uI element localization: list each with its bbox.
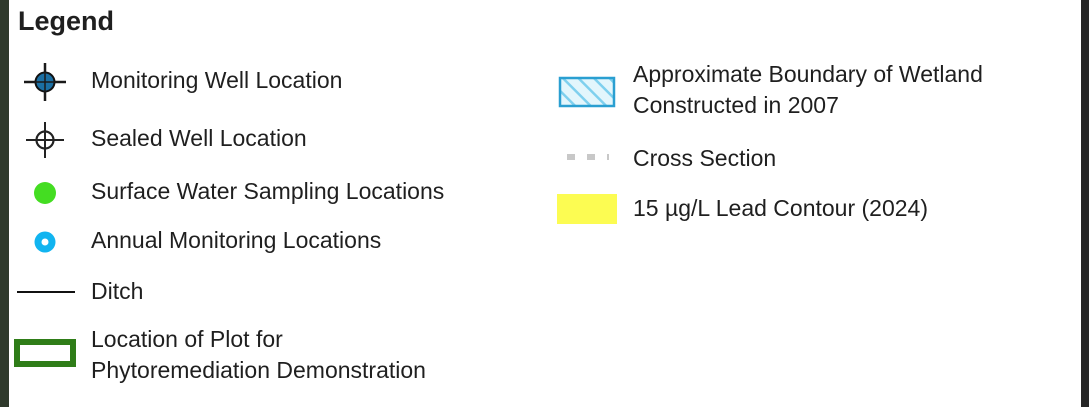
map-edge-left bbox=[0, 0, 9, 407]
legend-panel: Legend Monitoring Well Location Sealed W… bbox=[9, 0, 1081, 407]
hatched-rectangle-icon bbox=[558, 76, 616, 108]
cyan-ring-icon bbox=[34, 231, 56, 253]
legend-item-phytoremediation-plot: Location of Plot for Phytoremediation De… bbox=[9, 322, 549, 392]
map-edge-right bbox=[1081, 0, 1089, 407]
legend-item-label: Cross Section bbox=[633, 145, 777, 171]
legend-item-annual-monitoring: Annual Monitoring Locations bbox=[9, 222, 529, 262]
legend-item-label: 15 µg/L Lead Contour (2024) bbox=[633, 195, 928, 221]
legend-item-label: Annual Monitoring Locations bbox=[91, 227, 382, 253]
legend-item-label: Approximate Boundary of Wetland Construc… bbox=[633, 59, 983, 121]
green-dot-icon bbox=[34, 182, 56, 204]
legend-item-surface-water: Surface Water Sampling Locations bbox=[9, 173, 549, 213]
legend-title: Legend bbox=[18, 6, 115, 36]
legend-item-lead-contour: 15 µg/L Lead Contour (2024) bbox=[549, 190, 1029, 230]
legend-item-sealed-well: Sealed Well Location bbox=[9, 120, 529, 160]
legend-item-monitoring-well: Monitoring Well Location bbox=[9, 62, 529, 102]
line-icon bbox=[17, 291, 75, 293]
legend-item-label: Monitoring Well Location bbox=[91, 67, 343, 93]
label-line-2: Phytoremediation Demonstration bbox=[91, 357, 426, 383]
monitoring-well-icon bbox=[24, 63, 66, 101]
dashed-line-icon bbox=[567, 154, 609, 160]
sealed-well-icon bbox=[26, 122, 64, 158]
legend-item-label: Sealed Well Location bbox=[91, 125, 307, 151]
legend-item-ditch: Ditch bbox=[9, 273, 309, 313]
legend-item-label: Ditch bbox=[91, 278, 144, 304]
label-line-1: Approximate Boundary of Wetland bbox=[633, 61, 983, 87]
green-rectangle-icon bbox=[14, 339, 76, 367]
legend-item-cross-section: Cross Section bbox=[549, 140, 879, 180]
legend-item-wetland-boundary: Approximate Boundary of Wetland Construc… bbox=[549, 58, 1079, 128]
yellow-rectangle-icon bbox=[557, 194, 617, 224]
legend-item-label: Location of Plot for Phytoremediation De… bbox=[91, 324, 426, 386]
legend-item-label: Surface Water Sampling Locations bbox=[91, 178, 445, 204]
label-line-2: Constructed in 2007 bbox=[633, 92, 839, 118]
label-line-1: Location of Plot for bbox=[91, 326, 283, 352]
